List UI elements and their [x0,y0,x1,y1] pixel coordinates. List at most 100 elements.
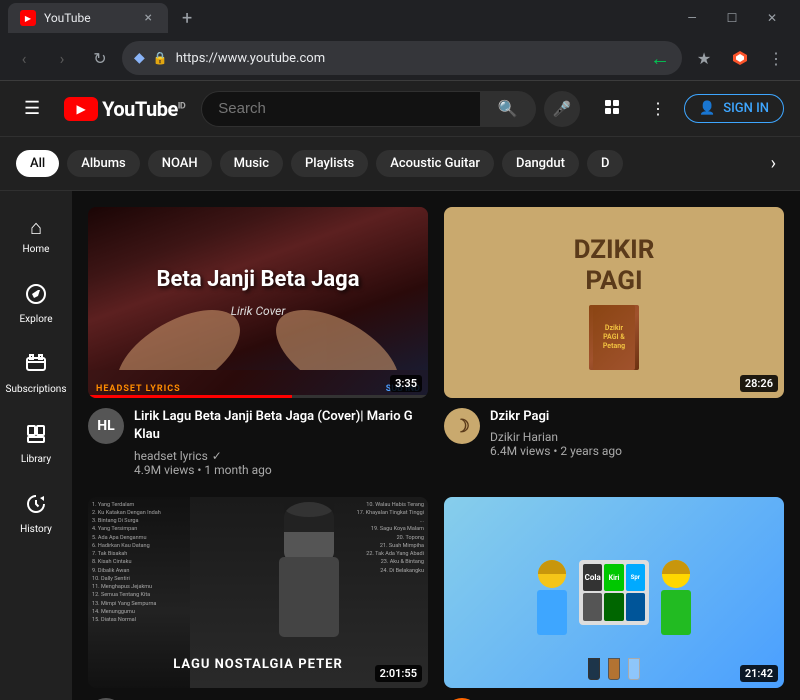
video-card-3[interactable]: 10. Walau Habis Terang17. Khayalan Tingk… [88,497,428,700]
minimize-button[interactable]: — [672,3,712,33]
sidebar: ⌂ Home Explore [0,191,72,700]
video-info-2: ☽ Dzikr Pagi Dzikir Harian 6.4M views • … [444,398,784,462]
chip-dangdut[interactable]: Dangdut [502,150,579,177]
progress-bar-1 [88,395,428,398]
video-card-2[interactable]: DZIKIRPAGI DzikirPAGI &Petang 28:26 ☽ Dz… [444,207,784,481]
search-bar: 🔍 🎤 [201,91,580,127]
close-button[interactable]: ✕ [752,3,792,33]
duration-1: 3:35 [390,375,422,392]
sidebar-label-home: Home [23,244,50,255]
video-meta-2: Dzikr Pagi Dzikir Harian 6.4M views • 2 … [490,408,784,458]
video-thumbnail-4[interactable]: Cola Kiri Spr [444,497,784,688]
arrow-icon: ← [650,46,670,71]
chip-d[interactable]: D [587,150,624,177]
back-button[interactable]: ‹ [8,42,40,74]
browser-toolbar: ‹ › ↻ ◆ 🔒 https://www.youtube.com ← ★ ⋮ [0,36,800,80]
filter-chips: All Albums NOAH Music Playlists Acoustic… [0,137,800,191]
address-bar[interactable]: ◆ 🔒 https://www.youtube.com ← [122,41,682,75]
browser-chrome: YouTube × + — ☐ ✕ ‹ › ↻ ◆ 🔒 https://www.… [0,0,800,81]
duration-2: 28:26 [740,375,778,392]
chip-all[interactable]: All [16,150,59,177]
url-text: https://www.youtube.com [176,51,642,66]
chip-music[interactable]: Music [220,150,283,177]
maximize-button[interactable]: ☐ [712,3,752,33]
video-info-1: HL Lirik Lagu Beta Janji Beta Jaga (Cove… [88,398,428,480]
video-thumbnail-3[interactable]: 10. Walau Habis Terang17. Khayalan Tingk… [88,497,428,688]
microphone-icon: 🎤 [553,100,572,118]
video-grid-container: Headset Lyrics Beta Janji Beta Jaga Liri… [72,191,800,700]
forward-button[interactable]: › [46,42,78,74]
video-thumbnail-1[interactable]: Headset Lyrics Beta Janji Beta Jaga Liri… [88,207,428,398]
video-info-4: K Kids Cola Machine Kids Fun 5.2M views … [444,688,784,700]
verified-icon-1: ✓ [212,449,222,463]
youtube-logo-text: YouTubeID [102,97,185,121]
search-input[interactable] [201,91,480,127]
video-channel-1: headset lyrics ✓ [134,449,428,463]
youtube-logo[interactable]: YouTubeID [64,97,185,121]
drink-machine: Cola Kiri Spr [579,560,649,625]
sidebar-item-explore[interactable]: Explore [4,271,68,337]
video-title-2: Dzikr Pagi [490,408,784,426]
video-card-4[interactable]: Cola Kiri Spr [444,497,784,700]
menu-icon[interactable]: ⋮ [760,42,792,74]
video-title-1: Lirik Lagu Beta Janji Beta Jaga (Cover)|… [134,408,428,444]
video-thumbnail-2[interactable]: DZIKIRPAGI DzikirPAGI &Petang 28:26 [444,207,784,398]
shield-icon: ◆ [134,50,145,66]
brave-icon[interactable] [724,42,756,74]
video-meta-1: Lirik Lagu Beta Janji Beta Jaga (Cover)|… [134,408,428,476]
song-list-left-3: 1. Yang Terdalam2. Ku Katakan Dengan Ind… [92,501,161,625]
main-layout: ⌂ Home Explore [0,191,800,700]
search-submit-button[interactable]: 🔍 [480,91,536,127]
video-info-3: M LAGU NOSTALGIA PETER Musik Indonesia 2… [88,688,428,700]
kid-figure-1 [537,560,567,635]
header-actions: ⋮ 👤 SIGN IN [596,91,784,127]
sign-in-button[interactable]: 👤 SIGN IN [684,94,784,123]
menu-button[interactable]: ☰ [16,90,48,127]
tab-close-button[interactable]: × [141,8,156,28]
search-icon: 🔍 [498,99,518,118]
new-tab-button[interactable]: + [174,4,200,33]
channel-avatar-2[interactable]: ☽ [444,408,480,444]
sign-in-label: SIGN IN [723,101,769,116]
video-grid: Headset Lyrics Beta Janji Beta Jaga Liri… [88,207,784,700]
toolbar-actions: ★ ⋮ [688,42,792,74]
youtube-favicon [20,10,36,26]
sidebar-item-library[interactable]: Library [4,411,68,477]
browser-titlebar: YouTube × + — ☐ ✕ [0,0,800,36]
chip-albums[interactable]: Albums [67,150,139,177]
video-card-1[interactable]: Headset Lyrics Beta Janji Beta Jaga Liri… [88,207,428,481]
sidebar-item-home[interactable]: ⌂ Home [4,203,68,267]
chip-playlists[interactable]: Playlists [291,150,368,177]
bookmark-icon[interactable]: ★ [688,42,720,74]
voice-search-button[interactable]: 🎤 [544,91,580,127]
chip-acoustic-guitar[interactable]: Acoustic Guitar [376,150,494,177]
grid-icon[interactable] [596,91,632,127]
kid-figure-2 [661,560,691,635]
video-stats-1: 4.9M views • 1 month ago [134,463,428,477]
window-controls: — ☐ ✕ [672,3,792,33]
history-icon [25,493,47,520]
home-icon: ⌂ [30,215,42,240]
forward-icon: › [60,49,65,68]
channel-name-2[interactable]: Dzikir Harian [490,430,558,444]
refresh-button[interactable]: ↻ [84,42,116,74]
video-channel-2: Dzikir Harian [490,430,784,444]
more-options-icon[interactable]: ⋮ [640,91,676,127]
drink-glasses [588,658,640,680]
chip-noah[interactable]: NOAH [148,150,212,177]
browser-tab[interactable]: YouTube × [8,3,168,33]
youtube-app: ☰ YouTubeID 🔍 🎤 [0,81,800,700]
user-icon: 👤 [699,101,715,116]
chips-scroll-right[interactable]: › [763,149,784,178]
progress-fill-1 [88,395,292,398]
channel-avatar-1[interactable]: HL [88,408,124,444]
channel-tag-1: HEADSET LYRICS [96,384,181,394]
sidebar-item-history[interactable]: History [4,481,68,547]
sidebar-item-subscriptions[interactable]: Subscriptions [4,341,68,407]
channel-name-1[interactable]: headset lyrics [134,449,208,463]
subscriptions-icon [25,353,47,380]
youtube-logo-icon [64,97,98,121]
duration-4: 21:42 [740,665,778,682]
song-list-3: 10. Walau Habis Terang17. Khayalan Tingk… [357,501,424,575]
duration-3: 2:01:55 [375,665,422,682]
